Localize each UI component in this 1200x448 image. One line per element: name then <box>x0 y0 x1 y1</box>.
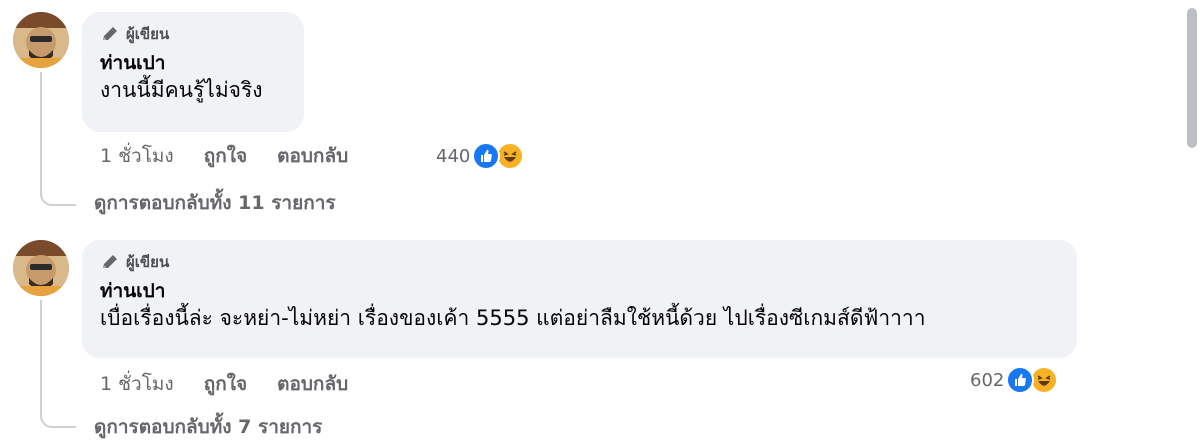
haha-icon <box>1030 366 1059 394</box>
comment-actions: 1 ชั่วโมง ถูกใจ ตอบกลับ <box>100 370 378 398</box>
pencil-icon <box>103 255 117 268</box>
author-badge[interactable]: ผู้เขียน <box>100 250 1057 274</box>
like-icon <box>472 142 501 170</box>
avatar[interactable] <box>13 12 69 68</box>
comment-time[interactable]: 1 ชั่วโมง <box>100 369 174 399</box>
comment-time[interactable]: 1 ชั่วโมง <box>100 141 174 171</box>
author-badge-label: ผู้เขียน <box>126 253 170 271</box>
reply-button[interactable]: ตอบกลับ <box>277 369 348 399</box>
avatar-image <box>13 12 69 68</box>
comment-bubble: ผู้เขียน ท่านเปา เบื่อเรื่องนี้ล่ะ จะหย่… <box>82 240 1077 358</box>
view-replies-link[interactable]: ดูการตอบกลับทั้ง 7 รายการ <box>94 412 322 442</box>
reply-button[interactable]: ตอบกลับ <box>277 141 348 171</box>
haha-icon <box>496 142 525 170</box>
like-button[interactable]: ถูกใจ <box>204 141 247 171</box>
author-badge-label: ผู้เขียน <box>126 25 170 43</box>
author-name[interactable]: ท่านเปา <box>100 50 286 76</box>
reaction-count: 440 <box>436 145 471 167</box>
avatar-image <box>13 240 69 296</box>
reaction-count: 602 <box>970 369 1005 391</box>
reactions-summary[interactable]: 602 <box>970 364 1059 396</box>
view-replies-link[interactable]: ดูการตอบกลับทั้ง 11 รายการ <box>94 188 336 218</box>
comment-text: เบื่อเรื่องนี้ล่ะ จะหย่า-ไม่หย่า เรื่องข… <box>100 306 926 330</box>
thread-line <box>40 300 76 428</box>
author-badge[interactable]: ผู้เขียน <box>100 22 286 46</box>
like-icon <box>1006 366 1035 394</box>
thread-line <box>40 72 76 206</box>
pencil-icon <box>103 27 117 40</box>
comment-actions: 1 ชั่วโมง ถูกใจ ตอบกลับ <box>100 142 378 170</box>
comments-section: ผู้เขียน ท่านเปา งานนี้มีคนรู้ไม่จริง 1 … <box>0 0 1200 448</box>
avatar[interactable] <box>13 240 69 296</box>
author-name[interactable]: ท่านเปา <box>100 278 1057 304</box>
like-button[interactable]: ถูกใจ <box>204 369 247 399</box>
reactions-summary[interactable]: 440 <box>436 140 525 172</box>
scrollbar[interactable] <box>1187 8 1197 148</box>
comment-text: งานนี้มีคนรู้ไม่จริง <box>100 78 263 102</box>
comment-bubble: ผู้เขียน ท่านเปา งานนี้มีคนรู้ไม่จริง <box>82 12 304 132</box>
